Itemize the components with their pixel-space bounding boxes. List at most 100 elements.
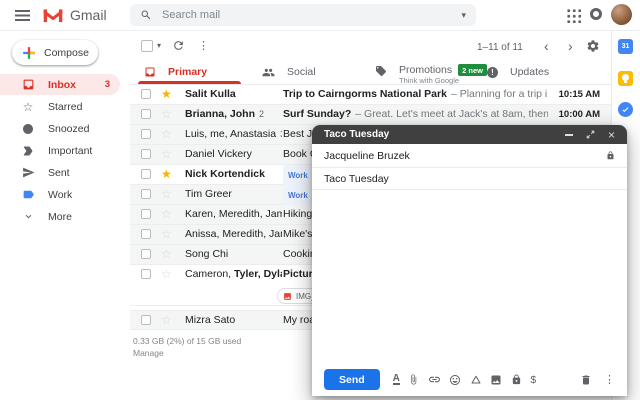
tab-label: Updates [510, 66, 549, 78]
gmail-logo-icon[interactable] [42, 6, 64, 23]
calendar-icon[interactable]: 31 [618, 39, 633, 54]
tasks-icon[interactable] [618, 102, 633, 117]
subject-field[interactable]: Taco Tuesday [312, 168, 627, 190]
settings-gear-icon[interactable] [586, 39, 600, 53]
send-button[interactable]: Send [324, 369, 380, 390]
star-icon[interactable]: ☆ [161, 314, 172, 327]
email-checkbox[interactable] [141, 249, 151, 259]
select-all-checkbox[interactable] [141, 40, 153, 52]
keep-icon[interactable] [618, 71, 633, 86]
sidebar-label: Inbox [48, 79, 76, 91]
discard-draft-icon[interactable] [580, 374, 592, 386]
email-checkbox[interactable] [141, 269, 151, 279]
tab-updates[interactable]: ! Updates [487, 60, 549, 84]
sidebar-item-sent[interactable]: Sent [0, 162, 120, 183]
recipients-field[interactable]: Jacqueline Bruzek [312, 144, 627, 168]
star-icon[interactable]: ☆ [161, 228, 172, 241]
inbox-count: 3 [105, 79, 110, 90]
hamburger-menu-icon[interactable] [15, 10, 30, 21]
email-row[interactable]: ★ Salit Kulla Trip to Cairngorms Nationa… [130, 85, 612, 105]
insert-emoji-icon[interactable] [449, 374, 461, 386]
storage-usage: 0.33 GB (2%) of 15 GB used [133, 336, 241, 346]
search-placeholder: Search mail [162, 9, 461, 21]
select-dropdown-icon[interactable]: ▾ [157, 41, 161, 50]
popout-icon[interactable] [586, 130, 595, 139]
star-icon[interactable]: ★ [161, 168, 172, 181]
app-header: Gmail Search mail ▾ [0, 0, 640, 31]
sidebar-item-snoozed[interactable]: Snoozed [0, 118, 120, 139]
compose-title: Taco Tuesday [324, 129, 565, 140]
formatting-options-icon[interactable]: A [393, 374, 400, 385]
star-icon[interactable]: ☆ [161, 188, 172, 201]
new-count-badge: 2 new [458, 64, 487, 76]
email-checkbox[interactable] [141, 169, 151, 179]
star-icon[interactable]: ☆ [161, 268, 172, 281]
email-checkbox[interactable] [141, 89, 151, 99]
email-checkbox[interactable] [141, 129, 151, 139]
star-icon[interactable]: ☆ [161, 128, 172, 141]
payments-icon[interactable]: $ [530, 374, 536, 386]
email-subject: Trip to Cairngorms National Park– Planni… [283, 85, 548, 104]
email-sender: Anissa, Meredith, James3 [185, 225, 282, 244]
star-icon[interactable]: ★ [161, 88, 172, 101]
email-checkbox[interactable] [141, 109, 151, 119]
more-options-icon[interactable]: ⋮ [604, 373, 615, 386]
sidebar-item-more[interactable]: More [0, 206, 120, 227]
email-sender: Luis, me, Anastasia3 [185, 125, 282, 144]
insert-link-icon[interactable] [428, 373, 441, 386]
tab-label: Social [287, 66, 316, 78]
tab-promotions[interactable]: Promotions 2 new Think with Google [375, 60, 487, 84]
apps-grid-icon[interactable] [566, 8, 581, 23]
label-icon [21, 188, 35, 201]
compose-button[interactable]: Compose [12, 40, 98, 65]
star-icon[interactable]: ☆ [161, 148, 172, 161]
sidebar-item-starred[interactable]: ☆ Starred [0, 96, 120, 117]
gmail-wordmark: Gmail [70, 7, 107, 23]
info-icon: ! [487, 67, 498, 78]
more-vert-icon[interactable]: ⋮ [198, 39, 209, 52]
account-ring-icon[interactable] [590, 8, 602, 20]
drive-icon[interactable] [470, 374, 482, 386]
active-tab-underline [138, 81, 241, 84]
refresh-icon[interactable] [172, 39, 185, 52]
older-page-icon[interactable]: › [568, 38, 573, 54]
minimize-icon[interactable] [565, 134, 573, 136]
email-subject: Surf Sunday?– Great. Let's meet at Jack'… [283, 105, 548, 124]
close-icon[interactable]: × [608, 129, 615, 141]
email-checkbox[interactable] [141, 149, 151, 159]
star-icon[interactable]: ☆ [161, 108, 172, 121]
manage-storage-link[interactable]: Manage [133, 348, 164, 358]
attach-file-icon[interactable] [408, 374, 419, 385]
email-row[interactable]: ☆ Brianna, John2 Surf Sunday?– Great. Le… [130, 105, 612, 125]
newer-page-icon[interactable]: ‹ [544, 38, 549, 54]
confidential-mode-icon[interactable] [511, 374, 522, 385]
email-checkbox[interactable] [141, 189, 151, 199]
primary-inbox-icon [144, 66, 156, 78]
sidebar-item-work[interactable]: Work [0, 184, 120, 205]
email-sender: Daniel Vickery [185, 145, 282, 164]
tab-social[interactable]: Social [262, 60, 316, 84]
insert-image-icon[interactable] [490, 374, 502, 386]
pagination-label: 1–11 of 11 [477, 42, 523, 53]
recipient-chip: Jacqueline Bruzek [324, 150, 606, 162]
search-input[interactable]: Search mail ▾ [130, 4, 476, 26]
email-checkbox[interactable] [141, 315, 151, 325]
email-checkbox[interactable] [141, 229, 151, 239]
compose-titlebar[interactable]: Taco Tuesday × [312, 125, 627, 144]
chevron-down-icon [21, 211, 35, 222]
sidebar-label: Important [48, 145, 92, 157]
star-icon: ☆ [21, 101, 35, 113]
sidebar-label: Work [48, 189, 72, 201]
message-body[interactable] [312, 190, 627, 363]
search-options-arrow-icon[interactable]: ▾ [461, 10, 466, 21]
user-avatar[interactable] [611, 4, 632, 25]
search-icon [140, 9, 152, 21]
email-sender: Cameron, Tyler, Dylan6 [185, 265, 282, 284]
star-icon[interactable]: ☆ [161, 248, 172, 261]
star-icon[interactable]: ☆ [161, 208, 172, 221]
tab-label: Primary [168, 66, 207, 78]
email-sender: Salit Kulla [185, 85, 282, 104]
email-checkbox[interactable] [141, 209, 151, 219]
sidebar-item-important[interactable]: Important [0, 140, 120, 161]
sidebar-item-inbox[interactable]: Inbox 3 [0, 74, 120, 95]
